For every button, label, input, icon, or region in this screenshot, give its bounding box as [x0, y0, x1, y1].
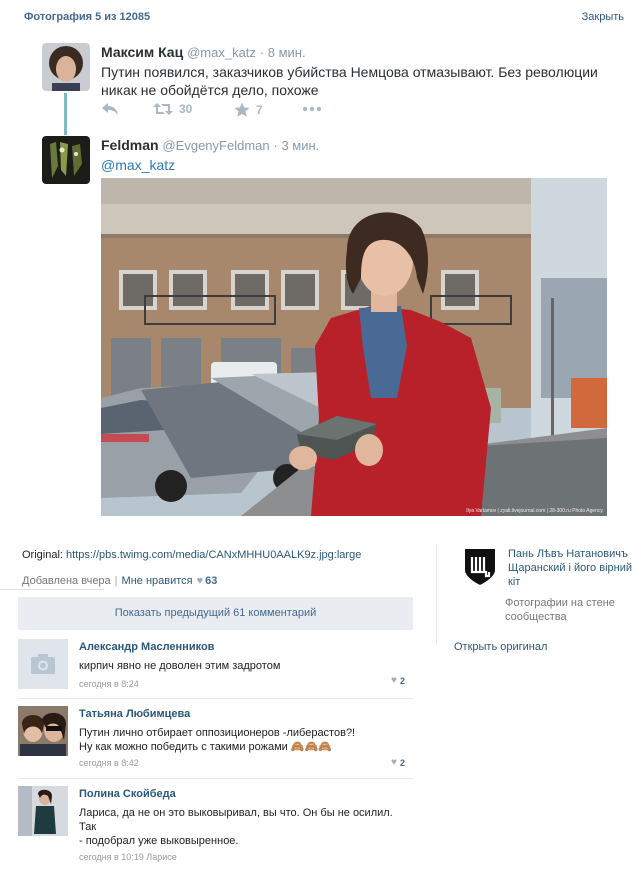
comment-text: Лариса, да не он это выковыривал, вы что…: [79, 806, 409, 848]
original-label: Original:: [22, 549, 63, 561]
avatar[interactable]: [18, 706, 68, 756]
comment-like-button[interactable]: ♥ 2: [391, 675, 405, 686]
added-date: Добавлена вчера: [22, 575, 111, 587]
avatar[interactable]: [42, 43, 90, 91]
comment-text-line: Лариса, да не он это выковыривал, вы что…: [79, 807, 393, 833]
tweet-author-name[interactable]: Feldman: [101, 137, 159, 153]
tweet-max-katz: Максим Кац @max_katz · 8 мин. Путин появ…: [42, 43, 622, 103]
comment-text-line: кирпич явно не доволен этим задротом: [79, 660, 281, 672]
like-count[interactable]: 63: [205, 575, 217, 587]
album-caption: Фотографии на стене сообщества: [505, 597, 615, 623]
tweet-author-handle[interactable]: @max_katz: [187, 45, 256, 60]
photo-meta: Добавлена вчера | Мне нравится ♥ 63: [22, 575, 217, 587]
divider: [436, 544, 437, 644]
comment-text: Путин лично отбирает оппозиционеров -либ…: [79, 726, 409, 754]
retweet-count: 30: [179, 102, 193, 116]
close-button[interactable]: Закрыть: [582, 11, 624, 23]
divider: [18, 778, 413, 779]
comment-author[interactable]: Полина Скойбеда: [79, 788, 409, 800]
photo-credit: Ilya Varlamov | zyalt.livejournal.com | …: [466, 508, 603, 514]
comment-text-line: Путин лично отбирает оппозиционеров -либ…: [79, 727, 356, 739]
favorite-button[interactable]: 7: [234, 102, 263, 118]
comment-date[interactable]: сегодня в 10:19 Ларисе: [79, 852, 409, 862]
tweet-time[interactable]: · 3 мин.: [274, 138, 320, 153]
shield-icon: [465, 549, 495, 585]
tweet-time[interactable]: · 8 мин.: [260, 45, 306, 60]
more-icon: [302, 106, 322, 112]
tweet-author-name[interactable]: Максим Кац: [101, 44, 183, 60]
heart-icon[interactable]: ♥: [197, 575, 204, 587]
favorite-count: 7: [256, 103, 263, 117]
tweet-text-line: Путин появился, заказчиков убийства Немц…: [101, 64, 598, 80]
comment-item: Татьяна Любимцева Путин лично отбирает о…: [18, 706, 413, 768]
comment-text-line: - подобрал уже выковыренное.: [79, 835, 239, 847]
comment-like-count: 2: [399, 757, 405, 768]
retweet-button[interactable]: 30: [153, 102, 192, 116]
comment-like-button[interactable]: ♥ 2: [391, 757, 405, 768]
mention-link[interactable]: @max_katz: [101, 157, 175, 173]
original-url-link[interactable]: https://pbs.twimg.com/media/CANxMHHU0AAL…: [66, 549, 361, 561]
thread-connector: [64, 93, 67, 135]
photo-sidebar: Пань Лѣвъ Натановичъ Щаранский і його ві…: [454, 546, 634, 666]
tweet-actions: 30 7: [101, 102, 401, 122]
reply-icon: [102, 103, 118, 115]
comment-date[interactable]: сегодня в 8:42: [79, 758, 409, 768]
reply-button[interactable]: [101, 102, 119, 116]
photo-counter: Фотография 5 из 12085: [24, 11, 151, 23]
original-source: Original: https://pbs.twimg.com/media/CA…: [22, 549, 361, 561]
comment-item: Александр Масленников кирпич явно не дов…: [18, 639, 413, 691]
avatar[interactable]: [18, 639, 68, 689]
more-button[interactable]: [302, 106, 322, 112]
star-icon: [234, 102, 250, 117]
tweet-author-handle[interactable]: @EvgenyFeldman: [162, 138, 269, 153]
comment-text: кирпич явно не доволен этим задротом: [79, 659, 409, 673]
open-original-link[interactable]: Открыть оригинал: [454, 641, 547, 653]
tweet-text-line: никак не обойдётся дело, похоже: [101, 82, 319, 98]
retweet-icon: [153, 103, 173, 115]
show-previous-comments-button[interactable]: Показать предыдущий 61 комментарий: [18, 597, 413, 630]
like-button[interactable]: Мне нравится: [122, 575, 193, 587]
heart-icon: ♥: [391, 675, 397, 686]
heart-icon: ♥: [391, 757, 397, 768]
comment-author[interactable]: Александр Масленников: [79, 641, 409, 653]
divider: [18, 698, 413, 699]
meta-separator: |: [114, 575, 118, 587]
tweet-photo[interactable]: Ilya Varlamov | zyalt.livejournal.com | …: [101, 178, 607, 516]
community-logo[interactable]: [464, 548, 496, 586]
comment-text-line: Ну как можно победить с такими рожами 🙈🙈…: [79, 741, 332, 753]
comment-author[interactable]: Татьяна Любимцева: [79, 708, 409, 720]
avatar[interactable]: [18, 786, 68, 836]
comment-date[interactable]: сегодня в 8:24: [79, 679, 409, 689]
divider: [0, 589, 104, 590]
comment-item: Полина Скойбеда Лариса, да не он это вык…: [18, 786, 413, 862]
comment-like-count: 2: [399, 675, 405, 686]
community-name-link[interactable]: Пань Лѣвъ Натановичъ Щаранский і його ві…: [508, 547, 638, 589]
photo-viewer-header: Фотография 5 из 12085 Закрыть: [0, 0, 642, 36]
photo-illustration: [101, 178, 607, 516]
avatar[interactable]: [42, 136, 90, 184]
tweet-text: Путин появился, заказчиков убийства Немц…: [101, 63, 621, 99]
camera-placeholder-icon: [18, 639, 68, 689]
